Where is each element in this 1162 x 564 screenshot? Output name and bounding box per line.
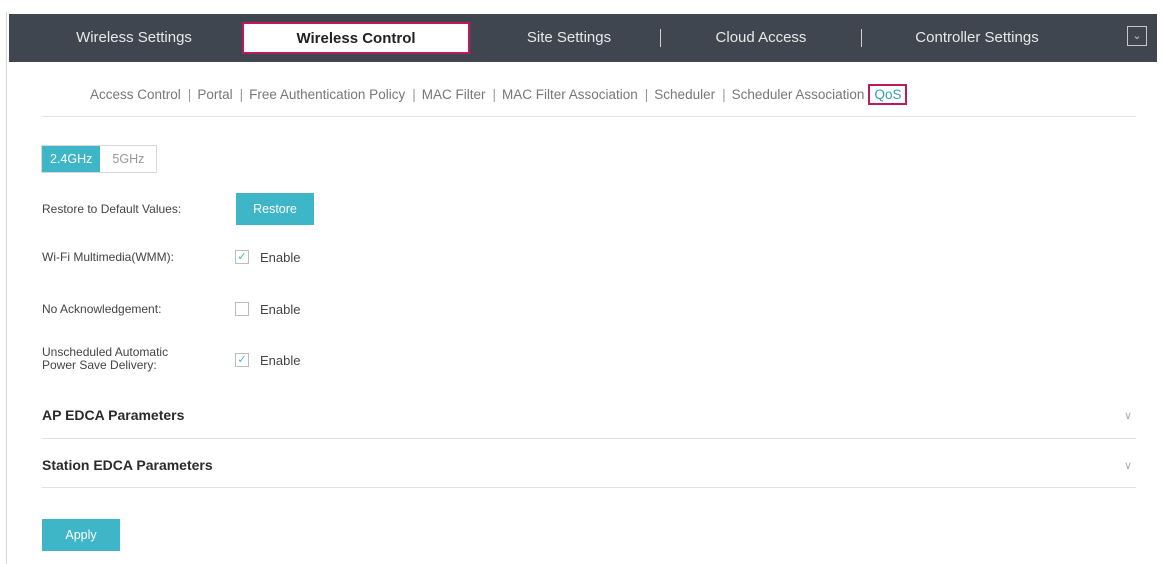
tab-controller-settings[interactable]: Controller Settings <box>862 14 1092 62</box>
restore-label: Restore to Default Values: <box>42 202 182 216</box>
band-2-4ghz-button[interactable]: 2.4GHz <box>42 146 101 172</box>
wmm-label: Wi-Fi Multimedia(WMM): <box>42 250 174 264</box>
subnav-divider <box>42 116 1136 117</box>
section-divider <box>42 438 1136 439</box>
double-chevron-down-icon[interactable]: ∨ <box>1124 409 1132 422</box>
subnav-free-authentication-policy[interactable]: Free Authentication Policy <box>249 87 405 102</box>
tab-wireless-settings[interactable]: Wireless Settings <box>29 14 239 62</box>
wmm-enable-label: Enable <box>260 250 301 265</box>
subnav-separator: | <box>412 87 416 102</box>
tab-wireless-control[interactable]: Wireless Control <box>242 22 470 54</box>
subnav-scheduler-association[interactable]: Scheduler Association <box>732 87 865 102</box>
subnav-separator: | <box>492 87 496 102</box>
station-edca-parameters-header[interactable]: Station EDCA Parameters <box>42 457 213 473</box>
uapsd-enable-label: Enable <box>260 353 301 368</box>
subnav-mac-filter[interactable]: MAC Filter <box>422 87 486 102</box>
uapsd-label-line2: Power Save Delivery: <box>42 358 157 372</box>
subnav-qos[interactable]: QoS <box>868 84 908 105</box>
check-icon: ✓ <box>237 251 247 263</box>
subnav-separator: | <box>644 87 649 102</box>
subnav-separator: | <box>722 87 726 102</box>
subnav-access-control[interactable]: Access Control <box>90 87 181 102</box>
subnav-scheduler[interactable]: Scheduler <box>654 87 715 102</box>
restore-button[interactable]: Restore <box>236 193 314 225</box>
uapsd-checkbox[interactable]: ✓ <box>235 353 249 367</box>
no-ack-checkbox[interactable] <box>235 302 249 316</box>
double-chevron-down-icon[interactable]: ∨ <box>1124 459 1132 472</box>
sub-nav: Access Control | Portal | Free Authenticatio… <box>90 84 908 106</box>
section-divider <box>42 487 1136 488</box>
no-ack-enable-label: Enable <box>260 302 301 317</box>
subnav-separator: | <box>239 87 244 102</box>
band-5ghz-button[interactable]: 5GHz <box>100 146 157 172</box>
subnav-mac-filter-association[interactable]: MAC Filter Association <box>502 87 638 102</box>
nav-menu-button[interactable]: ⌄ <box>1127 26 1147 46</box>
subnav-portal[interactable]: Portal <box>197 87 232 102</box>
tab-site-settings[interactable]: Site Settings <box>479 14 659 62</box>
ap-edca-parameters-header[interactable]: AP EDCA Parameters <box>42 407 184 423</box>
top-nav: Wireless Settings Wireless Control Site … <box>9 14 1157 62</box>
no-ack-label: No Acknowledgement: <box>42 302 162 316</box>
check-icon: ✓ <box>237 354 247 366</box>
band-toggle: 2.4GHz 5GHz <box>41 145 158 173</box>
apply-button[interactable]: Apply <box>42 519 120 551</box>
subnav-separator: | <box>187 87 192 102</box>
chevron-down-icon: ⌄ <box>1132 29 1142 42</box>
wmm-checkbox[interactable]: ✓ <box>235 250 249 264</box>
uapsd-label: Unscheduled Automatic Power Save Deliver… <box>42 346 168 372</box>
tab-cloud-access[interactable]: Cloud Access <box>661 14 861 62</box>
